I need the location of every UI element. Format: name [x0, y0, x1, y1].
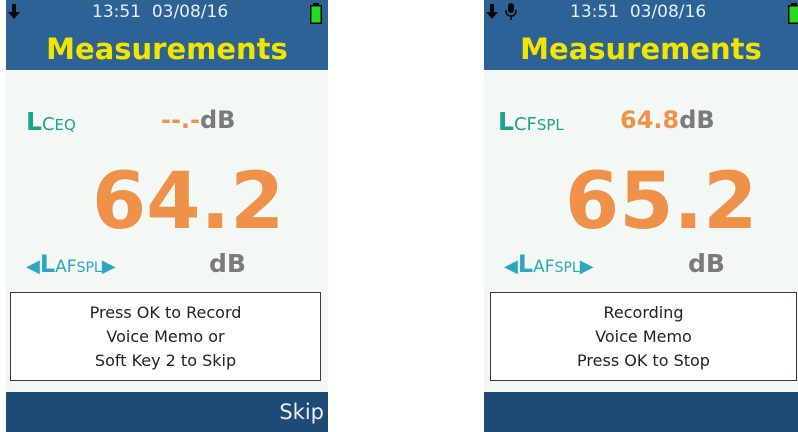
lc-sub: EQ	[54, 116, 76, 134]
microphone-icon	[505, 3, 517, 20]
header-bar: 13:51 03/08/16 Measurements	[484, 0, 798, 70]
status-time: 13:51 03/08/16	[92, 2, 228, 22]
status-bar: 13:51 03/08/16	[6, 0, 328, 26]
dialog-line: Press OK to Record	[89, 303, 242, 322]
laf-prefix: L	[39, 250, 56, 278]
page-title: Measurements	[46, 32, 288, 66]
right-arrow-icon[interactable]: ▶	[102, 256, 116, 277]
lc-mid: CF	[513, 114, 537, 135]
lc-mid: C	[41, 114, 55, 135]
lc-value-unit: dB	[200, 106, 236, 134]
lc-metric-value: --.-dB	[161, 105, 235, 135]
page-title: Measurements	[520, 32, 762, 66]
dialog-line: Press OK to Stop	[577, 351, 710, 370]
main-unit: dB	[688, 249, 725, 278]
laf-metric-selector[interactable]: ◀LAFSPL▶	[504, 250, 594, 282]
device-screen-recording: 13:51 03/08/16 Measurements LCFSPL 64.8d…	[484, 0, 798, 432]
main-unit: dB	[209, 249, 246, 278]
softkey-bar: Skip	[6, 392, 328, 432]
laf-prefix: L	[517, 250, 534, 278]
laf-mid: AF	[533, 257, 555, 277]
laf-mid: AF	[55, 257, 77, 277]
lc-prefix: L	[26, 107, 42, 136]
time-text: 13:51	[92, 2, 141, 22]
header-bar: 13:51 03/08/16 Measurements	[6, 0, 328, 70]
date-text: 03/08/16	[151, 2, 229, 22]
left-arrow-icon[interactable]: ◀	[26, 256, 40, 277]
skip-softkey[interactable]: Skip	[279, 398, 324, 426]
dialog-line: Voice Memo or	[106, 327, 225, 346]
softkey-bar	[484, 392, 798, 432]
battery-icon	[310, 3, 322, 24]
laf-sub: SPL	[76, 260, 102, 276]
lc-value-unit: dB	[679, 106, 715, 134]
right-arrow-icon[interactable]: ▶	[580, 256, 594, 277]
lc-sub: SPL	[536, 116, 564, 134]
download-arrow-icon	[486, 4, 498, 19]
main-reading: 65.2	[565, 157, 758, 247]
lc-value-number: --.-	[161, 106, 200, 134]
voice-memo-dialog: Recording Voice Memo Press OK to Stop	[490, 292, 797, 381]
dialog-line: Recording	[603, 303, 684, 322]
status-time: 13:51 03/08/16	[570, 2, 706, 22]
download-arrow-icon	[8, 4, 20, 19]
time-text: 13:51	[570, 2, 619, 22]
laf-metric-selector[interactable]: ◀LAFSPL▶	[26, 250, 116, 282]
battery-icon	[788, 3, 798, 24]
lc-value-number: 64.8	[620, 106, 680, 134]
lc-metric-label: LCFSPL	[498, 107, 564, 140]
lc-prefix: L	[498, 107, 514, 136]
status-bar: 13:51 03/08/16	[484, 0, 798, 26]
main-reading: 64.2	[92, 157, 285, 247]
lc-metric-label: LCEQ	[26, 107, 76, 140]
date-text: 03/08/16	[629, 2, 707, 22]
left-arrow-icon[interactable]: ◀	[504, 256, 518, 277]
device-screen-record-prompt: 13:51 03/08/16 Measurements LCEQ --.-dB …	[6, 0, 328, 432]
dialog-line: Voice Memo	[595, 327, 692, 346]
voice-memo-dialog: Press OK to Record Voice Memo or Soft Ke…	[10, 292, 321, 381]
lc-metric-value: 64.8dB	[620, 105, 715, 135]
laf-sub: SPL	[554, 260, 580, 276]
dialog-line: Soft Key 2 to Skip	[94, 351, 237, 370]
